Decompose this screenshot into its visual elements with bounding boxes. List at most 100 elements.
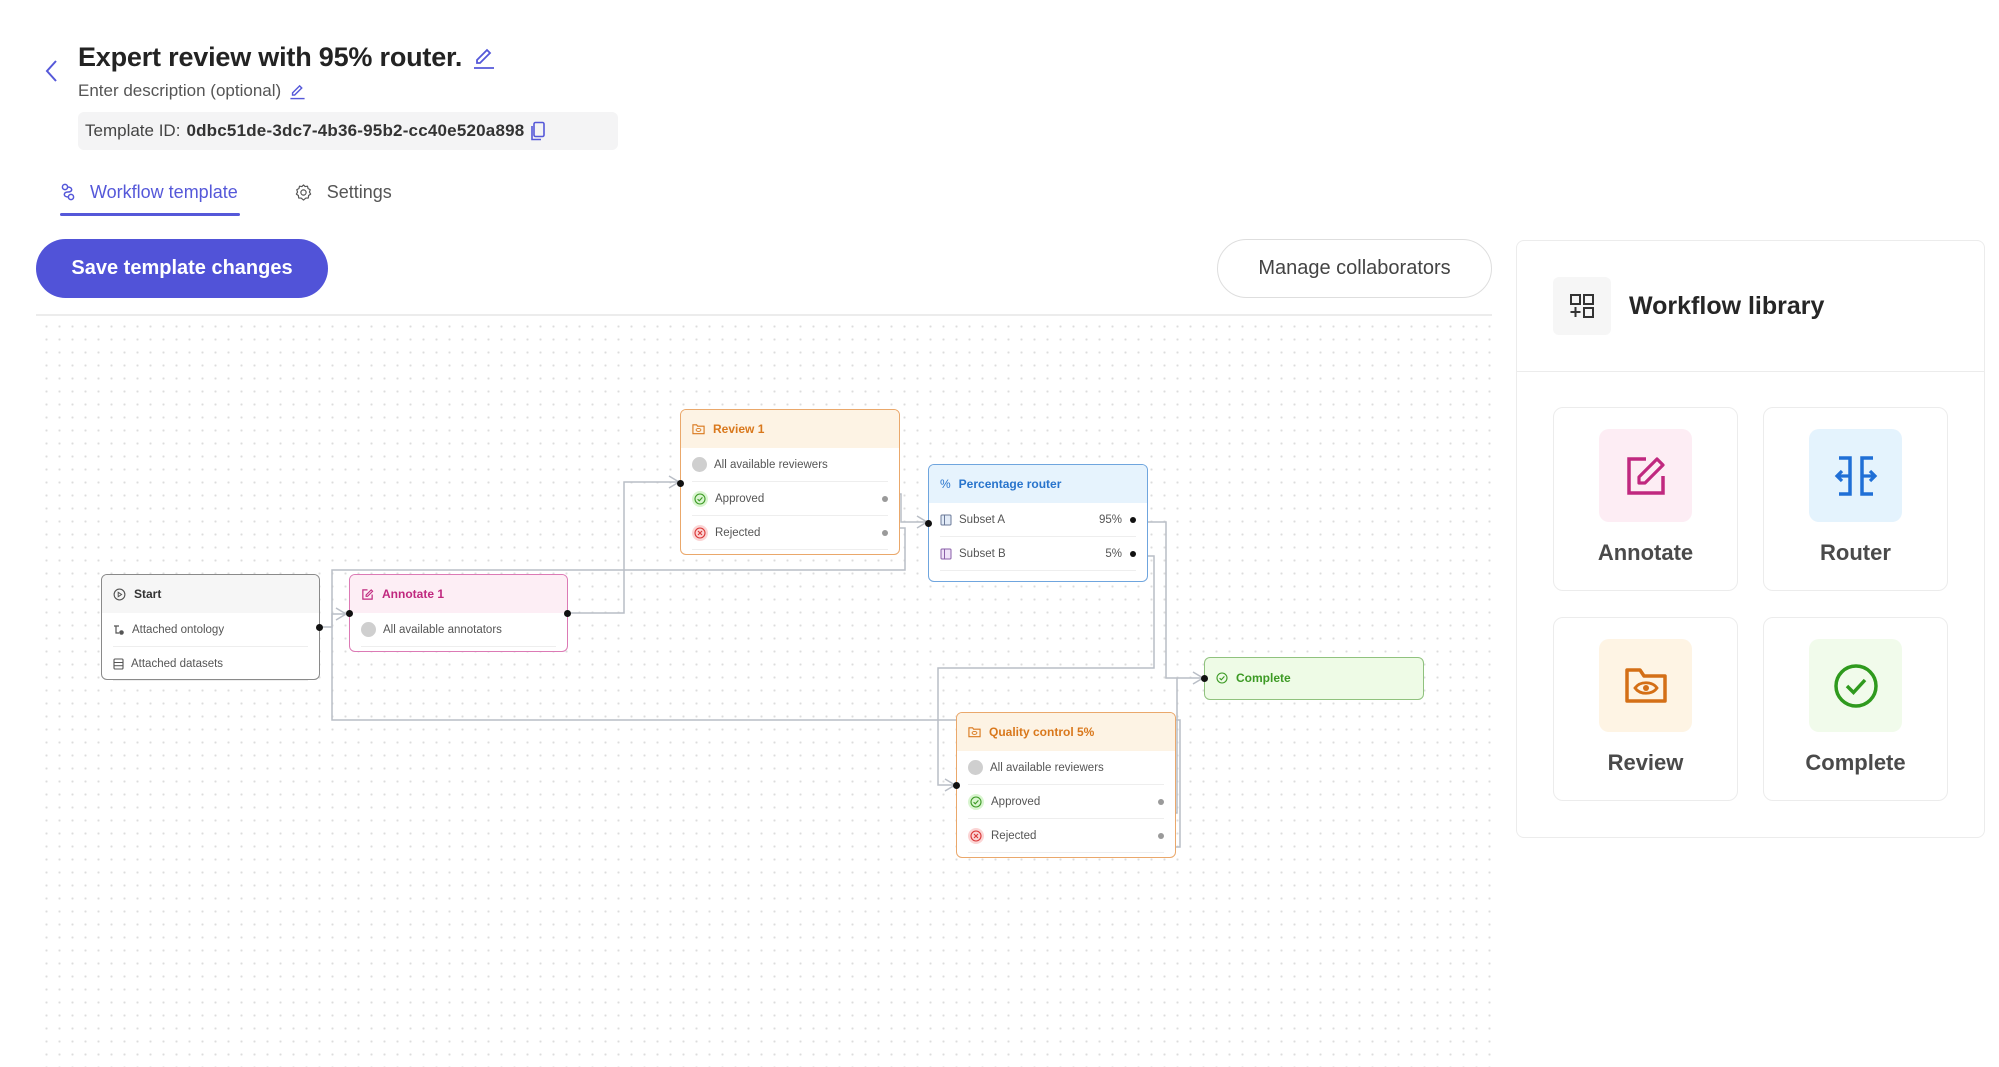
row-label: Subset A xyxy=(959,513,1006,526)
node-header: Start xyxy=(102,575,319,613)
row-label: Rejected xyxy=(991,829,1037,842)
node-row-ontology[interactable]: Attached ontology xyxy=(113,613,308,647)
library-item-router[interactable]: Router xyxy=(1763,407,1948,591)
edit-description-button[interactable] xyxy=(289,83,306,100)
approved-icon xyxy=(692,490,708,507)
save-template-button[interactable]: Save template changes xyxy=(36,239,328,298)
node-row-datasets[interactable]: Attached datasets xyxy=(113,647,308,681)
node-header: Complete xyxy=(1205,658,1423,698)
node-title: Start xyxy=(134,587,162,601)
library-header: Workflow library xyxy=(1517,241,1984,372)
workflow-library-panel: Workflow library Annotate Router Review … xyxy=(1516,240,1985,838)
pencil-icon xyxy=(290,84,305,99)
node-title: Percentage router xyxy=(958,477,1062,491)
subset-a-port[interactable] xyxy=(1130,516,1136,523)
node-row-approved[interactable]: Approved xyxy=(968,785,1164,819)
node-row-assignees[interactable]: All available reviewers xyxy=(968,751,1164,785)
subset-a-icon xyxy=(940,514,952,525)
library-item-annotate[interactable]: Annotate xyxy=(1553,407,1738,591)
input-handle[interactable] xyxy=(346,610,353,617)
tab-label: Settings xyxy=(326,181,392,202)
avatar-icon xyxy=(361,622,376,637)
output-handle[interactable] xyxy=(316,624,323,631)
review-folder-eye-icon xyxy=(1624,667,1667,703)
row-label: Approved xyxy=(715,492,765,505)
review-folder-icon xyxy=(968,727,981,738)
chevron-left-icon xyxy=(45,60,57,82)
description-placeholder[interactable]: Enter description (optional) xyxy=(78,81,281,101)
input-handle[interactable] xyxy=(925,520,932,527)
row-label: Attached datasets xyxy=(131,657,224,670)
row-label: All available reviewers xyxy=(714,458,828,471)
back-button[interactable] xyxy=(40,56,62,86)
node-complete[interactable]: Complete xyxy=(1201,657,1424,700)
edit-title-button[interactable] xyxy=(472,46,496,70)
check-circle-icon xyxy=(1216,672,1228,684)
node-annotate-1[interactable]: Annotate 1 All available annotators xyxy=(346,574,571,652)
output-handle[interactable] xyxy=(564,610,571,617)
rejected-port[interactable] xyxy=(882,529,888,536)
review-folder-icon xyxy=(692,424,705,435)
node-row-subset-b[interactable]: Subset B 5% xyxy=(940,537,1136,571)
tile-icon-box xyxy=(1599,429,1692,522)
avatar-icon xyxy=(692,457,707,472)
node-row-approved[interactable]: Approved xyxy=(692,482,888,516)
node-row-subset-a[interactable]: Subset A 95% xyxy=(940,503,1136,537)
node-row-rejected[interactable]: Rejected xyxy=(692,516,888,550)
subset-b-percent: 5% xyxy=(1105,547,1122,560)
manage-collaborators-button[interactable]: Manage collaborators xyxy=(1217,239,1492,298)
input-handle[interactable] xyxy=(677,480,684,487)
library-item-complete[interactable]: Complete xyxy=(1763,617,1948,801)
dataset-icon xyxy=(113,657,124,670)
title-row: Expert review with 95% router. xyxy=(78,42,496,73)
rejected-port[interactable] xyxy=(1158,832,1164,839)
tile-icon-box xyxy=(1809,639,1902,732)
avatar-icon xyxy=(968,760,983,775)
node-review-1[interactable]: Review 1 All available reviewers Approve… xyxy=(677,409,900,555)
tab-workflow-template[interactable]: Workflow template xyxy=(60,168,240,216)
workflow-canvas[interactable]: Start Attached ontology Attached dataset… xyxy=(36,314,1492,1067)
subset-b-icon xyxy=(940,548,952,559)
node-header: Annotate 1 xyxy=(350,575,567,613)
edge-arrow xyxy=(335,607,348,621)
tile-icon-box xyxy=(1809,429,1902,522)
page-title: Expert review with 95% router. xyxy=(78,42,463,72)
subset-b-port[interactable] xyxy=(1130,550,1136,557)
copy-icon xyxy=(531,121,546,141)
node-row-assignees[interactable]: All available annotators xyxy=(361,613,556,647)
percent-icon: % xyxy=(940,477,951,491)
approved-port[interactable] xyxy=(1158,798,1164,805)
description-row: Enter description (optional) xyxy=(78,81,306,101)
tab-bar: Workflow template Settings xyxy=(60,168,394,216)
template-id-label: Template ID: xyxy=(85,121,181,140)
node-row-assignees[interactable]: All available reviewers xyxy=(692,448,888,482)
pencil-icon xyxy=(474,48,495,69)
node-title: Complete xyxy=(1236,671,1291,685)
node-percentage-router[interactable]: % Percentage router Subset A 95% Subset … xyxy=(925,464,1148,582)
annotate-icon xyxy=(1626,456,1665,495)
node-header: Review 1 xyxy=(681,410,899,448)
approved-port[interactable] xyxy=(882,495,888,502)
row-label: All available annotators xyxy=(383,623,502,636)
workflow-icon xyxy=(61,183,75,201)
node-title: Annotate 1 xyxy=(382,587,445,601)
input-handle[interactable] xyxy=(1201,675,1208,682)
row-label: All available reviewers xyxy=(990,761,1104,774)
node-start[interactable]: Start Attached ontology Attached dataset… xyxy=(101,574,323,681)
input-handle[interactable] xyxy=(953,782,960,789)
play-circle-icon xyxy=(113,588,126,600)
row-label: Approved xyxy=(991,795,1041,808)
library-grid: Annotate Router Review Complete xyxy=(1553,407,1948,801)
library-title: Workflow library xyxy=(1629,291,1825,320)
row-label: Rejected xyxy=(715,526,761,539)
node-quality-control[interactable]: Quality control 5% All available reviewe… xyxy=(953,712,1176,858)
library-item-review[interactable]: Review xyxy=(1553,617,1738,801)
copy-button[interactable] xyxy=(530,121,546,141)
tab-settings[interactable]: Settings xyxy=(274,168,394,216)
router-icon xyxy=(1834,455,1877,496)
tile-label: Annotate xyxy=(1597,540,1694,565)
row-label: Attached ontology xyxy=(132,623,225,636)
node-row-rejected[interactable]: Rejected xyxy=(968,819,1164,853)
node-title: Review 1 xyxy=(713,422,765,436)
check-circle-icon xyxy=(1833,663,1878,708)
